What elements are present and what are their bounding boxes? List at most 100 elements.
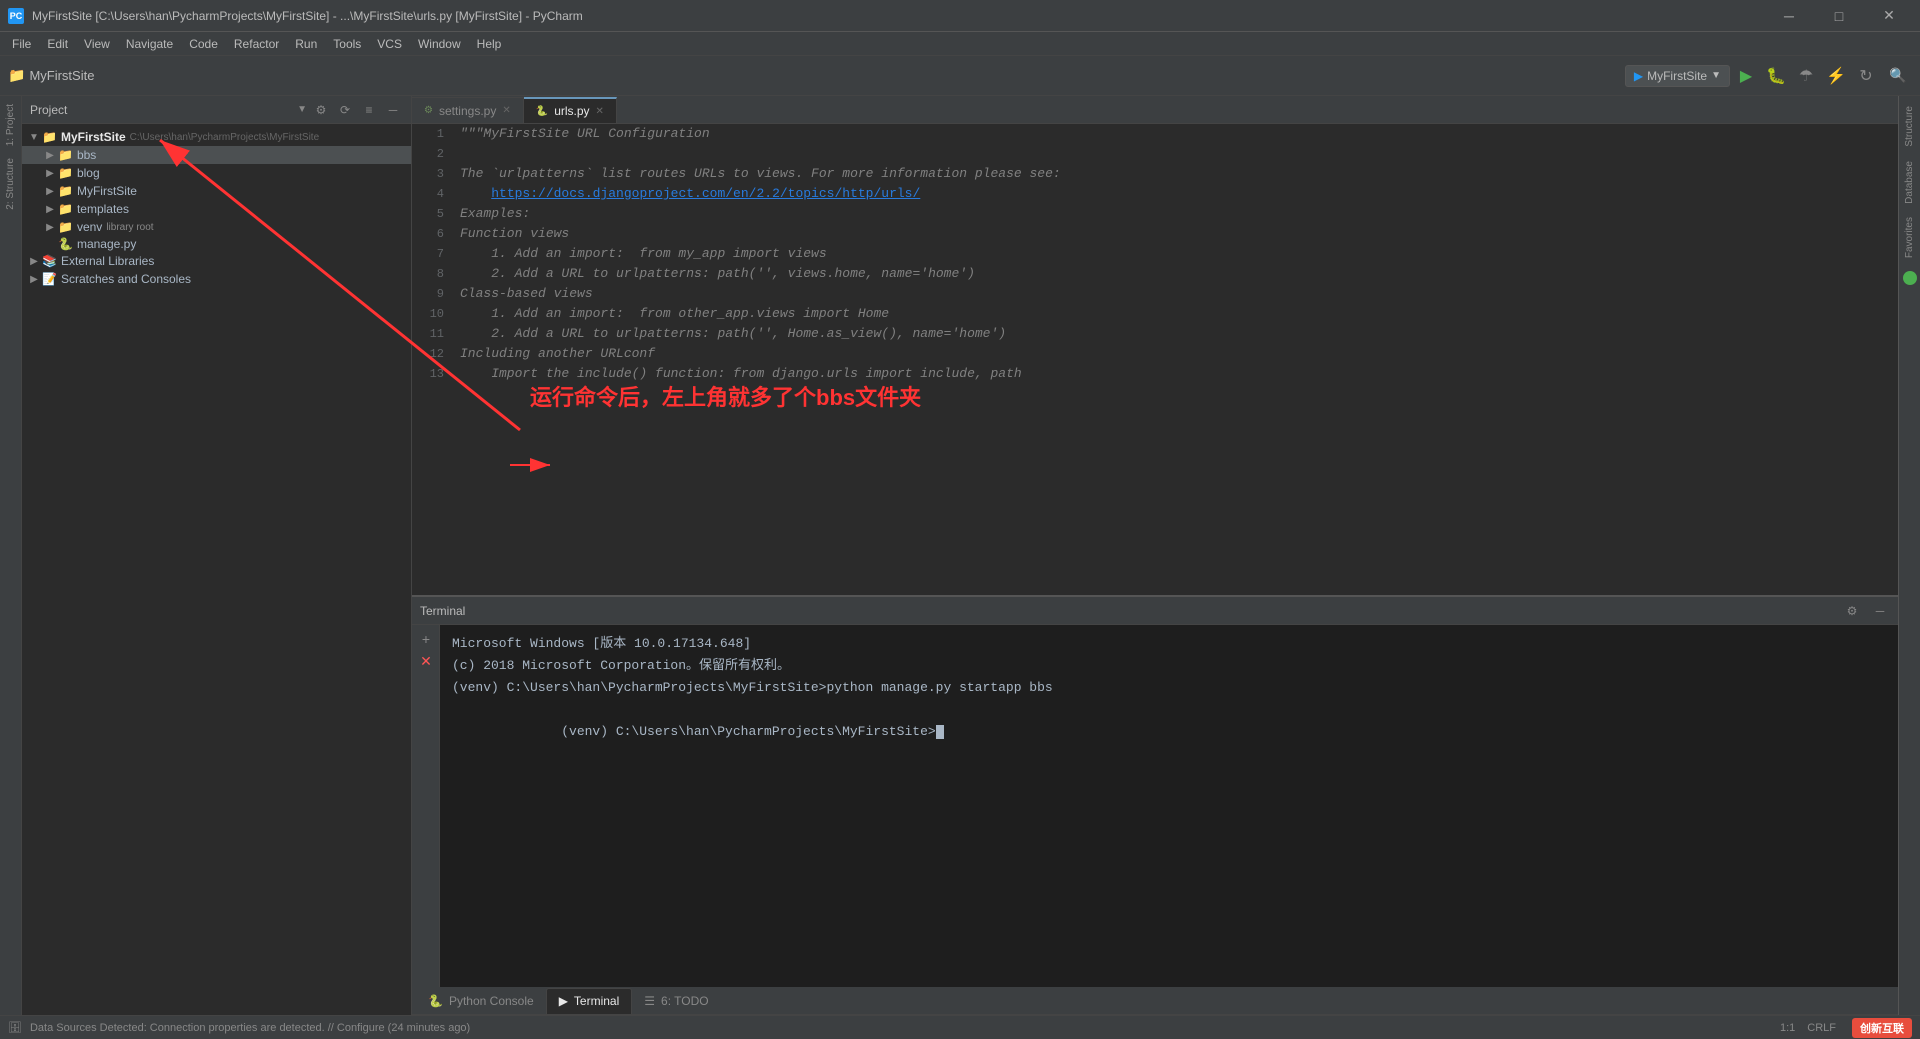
terminal-add-btn[interactable]: + bbox=[416, 629, 436, 649]
terminal-body-container: + ✕ Microsoft Windows [版本 10.0.17134.648… bbox=[412, 625, 1898, 987]
status-message: Data Sources Detected: Connection proper… bbox=[30, 1022, 470, 1034]
menu-tools[interactable]: Tools bbox=[325, 32, 369, 56]
tab-todo[interactable]: ☰ 6: TODO bbox=[632, 988, 720, 1014]
root-folder-icon: 📁 bbox=[42, 130, 57, 144]
project-close-icon[interactable]: ─ bbox=[383, 100, 403, 120]
python-console-icon: 🐍 bbox=[428, 994, 443, 1008]
tree-root-label: MyFirstSite bbox=[61, 130, 126, 144]
status-db-icon: 🗄 bbox=[8, 1021, 22, 1034]
code-line-12: 12 Including another URLconf bbox=[412, 344, 1898, 364]
structure-strip-label[interactable]: 2: Structure bbox=[3, 154, 18, 214]
tree-item-scratches[interactable]: ▶ 📝 Scratches and Consoles bbox=[22, 270, 411, 288]
managepy-file-icon: 🐍 bbox=[58, 237, 73, 251]
settings-tab-icon: ⚙ bbox=[424, 105, 433, 116]
tree-item-managepy[interactable]: 🐍 manage.py bbox=[22, 236, 411, 252]
code-line-3: 3 The `urlpatterns` list routes URLs to … bbox=[412, 164, 1898, 184]
run-config-dropdown-icon: ▼ bbox=[1711, 70, 1721, 81]
code-line-4: 4 https://docs.djangoproject.com/en/2.2/… bbox=[412, 184, 1898, 204]
menu-file[interactable]: File bbox=[4, 32, 39, 56]
search-everywhere-button[interactable]: 🔍 bbox=[1884, 62, 1912, 90]
tree-item-venv[interactable]: ▶ 📁 venv library root bbox=[22, 218, 411, 236]
tab-python-console[interactable]: 🐍 Python Console bbox=[416, 988, 546, 1014]
run-config-name: MyFirstSite bbox=[1647, 69, 1707, 83]
project-strip-label[interactable]: 1: Project bbox=[3, 100, 18, 150]
menu-run[interactable]: Run bbox=[287, 32, 325, 56]
menu-code[interactable]: Code bbox=[181, 32, 226, 56]
menu-help[interactable]: Help bbox=[469, 32, 510, 56]
tree-bbs-label: bbs bbox=[77, 148, 96, 162]
terminal-settings-btn[interactable]: ⚙ bbox=[1842, 601, 1862, 621]
terminal-line-windows: Microsoft Windows [版本 10.0.17134.648] bbox=[452, 633, 1886, 655]
tab-terminal[interactable]: ▶ Terminal bbox=[546, 988, 633, 1014]
status-right: 1:1 CRLF bbox=[1780, 1022, 1836, 1034]
structure-right-label[interactable]: Structure bbox=[1902, 100, 1917, 153]
menu-refactor[interactable]: Refactor bbox=[226, 32, 287, 56]
project-collapse-icon[interactable]: ≡ bbox=[359, 100, 379, 120]
database-right-label[interactable]: Database bbox=[1902, 155, 1917, 210]
bottom-tabs: 🐍 Python Console ▶ Terminal ☰ 6: TODO bbox=[412, 987, 1898, 1015]
settings-tab-label: settings.py bbox=[439, 104, 496, 118]
tree-root[interactable]: ▼ 📁 MyFirstSite C:\Users\han\PycharmProj… bbox=[22, 128, 411, 146]
menu-edit[interactable]: Edit bbox=[39, 32, 76, 56]
code-line-11: 11 2. Add a URL to urlpatterns: path('',… bbox=[412, 324, 1898, 344]
maximize-button[interactable]: □ bbox=[1816, 0, 1862, 32]
terminal-cursor bbox=[936, 725, 944, 739]
toolbar-project-name: MyFirstSite bbox=[29, 68, 94, 83]
tab-urls[interactable]: 🐍 urls.py ✕ bbox=[524, 97, 617, 123]
todo-tab-label: 6: TODO bbox=[661, 994, 709, 1008]
tree-blog-arrow: ▶ bbox=[42, 165, 58, 181]
reload-button[interactable]: ↻ bbox=[1852, 62, 1880, 90]
code-line-7: 7 1. Add an import: from my_app import v… bbox=[412, 244, 1898, 264]
debug-button[interactable]: 🐛 bbox=[1762, 62, 1790, 90]
venv-library-label: library root bbox=[106, 222, 153, 233]
run-config-selector[interactable]: ▶ MyFirstSite ▼ bbox=[1625, 65, 1730, 87]
window-controls: ─ □ ✕ bbox=[1766, 0, 1912, 32]
tree-item-myfirstsite[interactable]: ▶ 📁 MyFirstSite bbox=[22, 182, 411, 200]
project-panel: Project ▼ ⚙ ⟳ ≡ ─ ▼ 📁 MyFirstSite C:\Use… bbox=[22, 96, 412, 1015]
tree-root-arrow: ▼ bbox=[26, 129, 42, 145]
project-sync-icon[interactable]: ⟳ bbox=[335, 100, 355, 120]
coverage-button[interactable]: ☂ bbox=[1792, 62, 1820, 90]
close-button[interactable]: ✕ bbox=[1866, 0, 1912, 32]
terminal-tab-icon: ▶ bbox=[559, 994, 568, 1008]
tree-blog-label: blog bbox=[77, 166, 100, 180]
app-icon: PC bbox=[8, 8, 24, 24]
left-tool-strip: 1: Project 2: Structure bbox=[0, 96, 22, 1015]
tree-scratches-label: Scratches and Consoles bbox=[61, 272, 191, 286]
settings-tab-close[interactable]: ✕ bbox=[502, 105, 510, 116]
terminal-close-btn[interactable]: ✕ bbox=[416, 651, 436, 671]
folder-icon: 📁 bbox=[8, 67, 25, 84]
terminal-prompt-line: (venv) C:\Users\han\PycharmProjects\MyFi… bbox=[452, 699, 1886, 765]
tree-item-blog[interactable]: ▶ 📁 blog bbox=[22, 164, 411, 182]
code-line-8: 8 2. Add a URL to urlpatterns: path('', … bbox=[412, 264, 1898, 284]
tree-item-external-libs[interactable]: ▶ 📚 External Libraries bbox=[22, 252, 411, 270]
menu-navigate[interactable]: Navigate bbox=[118, 32, 181, 56]
run-controls: ▶ MyFirstSite ▼ ▶ 🐛 ☂ ⚡ ↻ bbox=[1625, 62, 1880, 90]
cursor-position: 1:1 bbox=[1780, 1022, 1795, 1034]
menu-window[interactable]: Window bbox=[410, 32, 469, 56]
tree-item-templates[interactable]: ▶ 📁 templates bbox=[22, 200, 411, 218]
tree-item-bbs[interactable]: ▶ 📁 bbs bbox=[22, 146, 411, 164]
project-panel-header: Project ▼ ⚙ ⟳ ≡ ─ bbox=[22, 96, 411, 124]
green-indicator[interactable] bbox=[1903, 271, 1917, 285]
project-settings-gear[interactable]: ⚙ bbox=[311, 100, 331, 120]
run-button[interactable]: ▶ bbox=[1732, 62, 1760, 90]
terminal-prompt: (venv) C:\Users\han\PycharmProjects\MyFi… bbox=[561, 724, 935, 739]
terminal-header: Terminal ⚙ ─ bbox=[412, 597, 1898, 625]
tree-templates-arrow: ▶ bbox=[42, 201, 58, 217]
tab-settings[interactable]: ⚙ settings.py ✕ bbox=[412, 97, 524, 123]
menu-view[interactable]: View bbox=[76, 32, 118, 56]
minimize-button[interactable]: ─ bbox=[1766, 0, 1812, 32]
menu-vcs[interactable]: VCS bbox=[369, 32, 410, 56]
code-editor[interactable]: 1 """MyFirstSite URL Configuration 2 3 T… bbox=[412, 124, 1898, 595]
code-line-9: 9 Class-based views bbox=[412, 284, 1898, 304]
profile-button[interactable]: ⚡ bbox=[1822, 62, 1850, 90]
terminal-minimize-btn[interactable]: ─ bbox=[1870, 601, 1890, 621]
terminal-output[interactable]: Microsoft Windows [版本 10.0.17134.648] (c… bbox=[440, 625, 1898, 987]
watermark: 创新互联 bbox=[1852, 1018, 1912, 1038]
favorites-right-label[interactable]: Favorites bbox=[1902, 211, 1917, 264]
code-line-13: 13 Import the include() function: from d… bbox=[412, 364, 1898, 384]
tree-root-path: C:\Users\han\PycharmProjects\MyFirstSite bbox=[130, 132, 320, 143]
menu-bar: File Edit View Navigate Code Refactor Ru… bbox=[0, 32, 1920, 56]
urls-tab-close[interactable]: ✕ bbox=[596, 106, 604, 117]
